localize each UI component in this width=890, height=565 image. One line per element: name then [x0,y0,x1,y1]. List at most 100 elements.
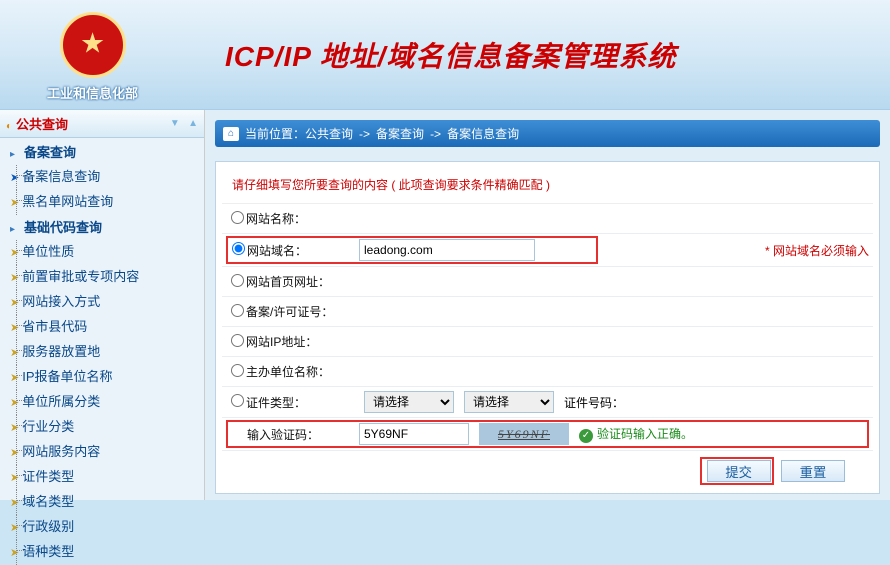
check-icon: ✓ [579,429,593,443]
sidebar-item-industry-category[interactable]: ➤行业分类 [0,415,204,440]
arrow-icon: ➤ [10,547,19,559]
sidebar-item-label: 证件类型 [22,469,74,484]
national-emblem-icon [60,12,126,78]
label-ip: 网站IP地址： [246,333,364,350]
input-domain[interactable] [359,239,535,261]
sidebar-item-label: 服务器放置地 [22,344,100,359]
select-cert-type-2[interactable]: 请选择 [464,391,554,413]
sidebar-panel-title: 公共查询 [16,117,68,132]
sidebar-item-blacklist-query[interactable]: ➤黑名单网站查询 [0,190,204,215]
instruction-text: 请仔细填写您所要查询的内容 ( 此项查询要求条件精确匹配 ) [222,170,873,204]
radio-domain[interactable] [232,242,245,255]
row-sponsor-name: 主办单位名称： [222,357,873,387]
label-site-name: 网站名称： [246,210,364,227]
sidebar-item-label: 单位性质 [22,244,74,259]
breadcrumb-label: 当前位置： [245,125,305,142]
row-site-name: 网站名称： [222,204,873,234]
arrow-icon: ➤ [10,422,19,434]
row-homepage-url: 网站首页网址： [222,267,873,297]
sidebar-item-label: 单位所属分类 [22,394,100,409]
sidebar-item-ip-report-unit[interactable]: ➤IP报备单位名称 [0,365,204,390]
breadcrumb-sep: -> [430,127,441,141]
sidebar-item-label: 行业分类 [22,419,74,434]
arrow-icon: ➤ [10,497,19,509]
arrow-icon: ➤ [10,172,19,184]
highlight-box-captcha: 输入验证码： 5Y69NF ✓ 验证码输入正确。 [226,420,869,448]
arrow-icon: ➤ [10,247,19,259]
highlight-box-domain: 网站域名： [226,236,598,264]
breadcrumb-item[interactable]: 备案信息查询 [447,125,519,142]
radio-site-name[interactable] [231,211,244,224]
sidebar-panel-header[interactable]: ◐ 公共查询 ▼ ▲ [0,110,204,138]
breadcrumb: ⌂ 当前位置： 公共查询 -> 备案查询 -> 备案信息查询 [215,120,880,147]
sidebar-item-area-code[interactable]: ➤省市县代码 [0,315,204,340]
sidebar-item-unit-category[interactable]: ➤单位所属分类 [0,390,204,415]
arrow-icon: ➤ [10,447,19,459]
sidebar-item-language-type[interactable]: ➤语种类型 [0,540,204,565]
home-icon[interactable]: ⌂ [223,127,239,141]
captcha-status: ✓ 验证码输入正确。 [579,425,693,443]
header: 工业和信息化部 ICP/IP 地址/域名信息备案管理系统 [0,0,890,110]
arrow-icon: ➤ [10,372,19,384]
radio-license-no[interactable] [231,304,244,317]
label-license-no: 备案/许可证号： [246,303,364,320]
sidebar-item-unit-nature[interactable]: ➤单位性质 [0,240,204,265]
bullet-icon: ◐ [6,121,12,132]
radio-homepage-url[interactable] [231,274,244,287]
captcha-ok-text: 验证码输入正确。 [597,427,693,441]
arrow-icon: ➤ [10,322,19,334]
sidebar-item-label: 前置审批或专项内容 [22,269,139,284]
label-domain: 网站域名： [247,242,359,259]
sidebar-item-label: IP报备单位名称 [22,369,112,384]
label-cert-type: 证件类型： [246,394,364,411]
sidebar-group-base-code-query[interactable]: 基础代码查询 [0,215,204,238]
content-area: ⌂ 当前位置： 公共查询 -> 备案查询 -> 备案信息查询 请仔细填写您所要查… [205,110,890,500]
sidebar-item-record-info-query[interactable]: ➤备案信息查询 [0,165,204,190]
sidebar-group-record-query[interactable]: 备案查询 [0,140,204,163]
sidebar-item-label: 网站服务内容 [22,444,100,459]
row-license-no: 备案/许可证号： [222,297,873,327]
emblem-block: 工业和信息化部 [0,8,185,102]
sidebar-item-pre-approval[interactable]: ➤前置审批或专项内容 [0,265,204,290]
arrow-icon: ➤ [10,347,19,359]
sidebar: ◐公共查询 ▼ ▲ 备案查询 ➤备案信息查询 ➤黑名单网站查询 基础代码查询 ➤… [0,110,205,500]
row-cert-type: 证件类型： 请选择 请选择 证件号码： [222,387,873,418]
row-domain: 网站域名： * 网站域名必须输入 [222,234,873,267]
label-captcha: 输入验证码： [247,426,359,443]
reset-button[interactable]: 重置 [781,460,845,482]
sidebar-item-label: 备案信息查询 [22,169,100,184]
breadcrumb-item[interactable]: 公共查询 [305,125,353,142]
label-homepage-url: 网站首页网址： [246,273,364,290]
breadcrumb-sep: -> [359,127,370,141]
collapse-icon[interactable]: ▼ ▲ [170,118,198,129]
arrow-icon: ➤ [10,297,19,309]
radio-ip[interactable] [231,334,244,347]
sidebar-item-label: 行政级别 [22,519,74,534]
select-cert-type-1[interactable]: 请选择 [364,391,454,413]
system-title: ICP/IP 地址/域名信息备案管理系统 [225,35,676,75]
hint-domain-required: * 网站域名必须输入 [765,242,869,259]
highlight-box-submit: 提交 [700,457,774,485]
arrow-icon: ➤ [10,197,19,209]
sidebar-item-label: 网站接入方式 [22,294,100,309]
sidebar-item-access-method[interactable]: ➤网站接入方式 [0,290,204,315]
captcha-image[interactable]: 5Y69NF [479,423,569,445]
sidebar-item-label: 语种类型 [22,544,74,559]
sidebar-item-cert-type[interactable]: ➤证件类型 [0,465,204,490]
sidebar-item-domain-type[interactable]: ➤域名类型 [0,490,204,515]
sidebar-item-service-content[interactable]: ➤网站服务内容 [0,440,204,465]
sidebar-item-server-location[interactable]: ➤服务器放置地 [0,340,204,365]
label-cert-no: 证件号码： [564,394,624,411]
submit-button[interactable]: 提交 [707,460,771,482]
radio-sponsor-name[interactable] [231,364,244,377]
label-sponsor-name: 主办单位名称： [246,363,364,380]
arrow-icon: ➤ [10,522,19,534]
sidebar-item-label: 黑名单网站查询 [22,194,113,209]
sidebar-item-admin-level[interactable]: ➤行政级别 [0,515,204,540]
breadcrumb-item[interactable]: 备案查询 [376,125,424,142]
button-row: 提交 重置 [222,451,873,485]
sidebar-item-label: 省市县代码 [22,319,87,334]
input-captcha[interactable] [359,423,469,445]
radio-cert-type[interactable] [231,394,244,407]
row-captcha: 输入验证码： 5Y69NF ✓ 验证码输入正确。 [222,418,873,451]
